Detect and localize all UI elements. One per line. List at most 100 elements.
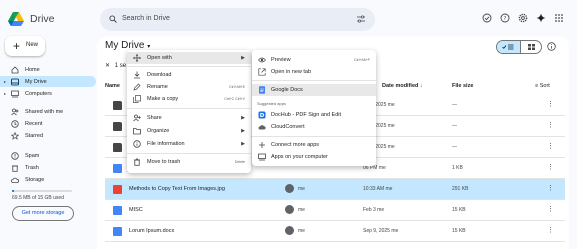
sidebar-item-spam[interactable]: Spam: [0, 150, 96, 161]
file-size: 15 KB: [452, 228, 466, 234]
file-size: 1 KB: [452, 165, 463, 171]
menu-item-label: Open with: [147, 55, 172, 61]
submenu-item-label: Open in new tab: [271, 69, 312, 75]
sidebar-item-my-drive[interactable]: ▸ My Drive: [0, 76, 96, 87]
menu-item-organize[interactable]: Organize ▶: [127, 125, 251, 137]
sidebar-item-label: My Drive: [25, 78, 47, 85]
sort-button[interactable]: ≡ Sort: [535, 83, 550, 89]
file-size: —: [452, 102, 457, 108]
file-name: Methods to Copy Text From Images.jpg: [129, 186, 225, 192]
avatar: [285, 205, 294, 214]
menu-item-shortcut: Ctrl+Alt+E: [229, 85, 245, 89]
search-options-icon[interactable]: [357, 15, 365, 23]
info-icon: [133, 140, 141, 148]
more-actions-icon[interactable]: ⋮: [547, 205, 554, 213]
menu-item-share[interactable]: Share ▶: [127, 112, 251, 124]
menu-item-move-to-trash[interactable]: Move to trash Delete: [127, 156, 251, 168]
clock-icon: [11, 120, 19, 128]
new-button-label: New: [26, 42, 39, 48]
table-row[interactable]: MISC me Feb 3 me 15 KB ⋮: [105, 200, 565, 221]
offline-status-icon[interactable]: [482, 13, 492, 23]
search-bar[interactable]: Search in Drive: [100, 8, 375, 31]
grid-icon: [528, 44, 535, 50]
suggested-apps-heading: Suggested apps: [257, 101, 286, 106]
sort-arrow-icon[interactable]: ↓: [420, 83, 423, 89]
submenu-item-label: CloudConvert: [271, 124, 305, 130]
sidebar-item-label: Trash: [25, 164, 39, 171]
sidebar-item-computers[interactable]: ▸ Computers: [0, 88, 96, 99]
storage-bar: [12, 190, 72, 192]
people-icon: [11, 108, 19, 116]
submenu-item-cloudconvert[interactable]: CloudConvert: [252, 121, 376, 133]
file-owner: me: [298, 186, 305, 192]
menu-item-open-with[interactable]: Open with ▶: [127, 52, 251, 64]
home-icon: [11, 66, 19, 74]
dochub-icon: D: [258, 111, 266, 119]
file-modified: 10:33 AM me: [363, 186, 393, 192]
file-size: 291 KB: [452, 186, 469, 192]
apps-grid-icon[interactable]: [554, 13, 564, 23]
image-file-icon: [113, 185, 122, 194]
submenu-item-label: Google Docs: [271, 87, 303, 93]
more-actions-icon[interactable]: ⋮: [547, 142, 554, 150]
search-input[interactable]: Search in Drive: [122, 15, 170, 22]
settings-gear-icon[interactable]: [518, 13, 528, 23]
computer-icon: [11, 90, 19, 98]
menu-item-rename[interactable]: Rename Ctrl+Alt+E: [127, 81, 251, 93]
submenu-item-dochub[interactable]: D DocHub - PDF Sign and Edit: [252, 109, 376, 121]
table-row[interactable]: Methods to Copy Text From Images.jpg me 10…: [105, 179, 565, 200]
cloud-icon: [11, 177, 19, 183]
sidebar-item-trash[interactable]: Trash: [0, 162, 96, 173]
selection-bar: ✕ 1 se: [105, 62, 126, 69]
grid-view-button[interactable]: [520, 41, 541, 53]
submenu-arrow-icon: ▶: [241, 114, 245, 121]
column-header-size[interactable]: File size: [452, 83, 473, 89]
submenu-item-open-new-tab[interactable]: Open in new tab: [252, 66, 376, 78]
sidebar-item-recent[interactable]: Recent: [0, 118, 96, 129]
expand-caret-icon[interactable]: ▸: [4, 91, 6, 96]
doc-file-icon: [113, 164, 122, 173]
table-row[interactable]: Lorum Ipsum.docx me Sep 9, 2025 me 15 KB ⋮: [105, 221, 565, 242]
new-button[interactable]: + New: [5, 36, 45, 56]
view-toggle[interactable]: [496, 40, 542, 54]
menu-item-make-copy[interactable]: Make a copy Ctrl+C Ctrl+V: [127, 93, 251, 105]
sidebar-item-storage[interactable]: Storage: [0, 174, 96, 185]
list-view-button[interactable]: [497, 41, 520, 53]
sidebar-item-starred[interactable]: Starred: [0, 130, 96, 141]
submenu-item-preview[interactable]: Preview Ctrl+Alt+P: [252, 54, 376, 66]
more-actions-icon[interactable]: ⋮: [547, 100, 554, 108]
menu-item-label: Move to trash: [147, 159, 181, 165]
menu-item-download[interactable]: Download: [127, 69, 251, 81]
column-header-modified[interactable]: Date modified ↓: [382, 83, 423, 89]
sidebar-item-shared[interactable]: Shared with me: [0, 106, 96, 117]
more-actions-icon[interactable]: ⋮: [547, 163, 554, 171]
more-actions-icon[interactable]: ⋮: [547, 226, 554, 234]
check-list-icon: [502, 44, 514, 50]
sidebar-item-home[interactable]: Home: [0, 64, 96, 75]
submenu-item-connect-more-apps[interactable]: Connect more apps: [252, 139, 376, 151]
expand-caret-icon[interactable]: ▸: [4, 79, 6, 84]
sidebar-item-label: Shared with me: [25, 108, 64, 115]
column-header-name[interactable]: Name: [105, 83, 120, 89]
search-icon[interactable]: [109, 15, 117, 23]
submenu-item-google-docs[interactable]: Google Docs: [252, 84, 376, 96]
folder-file-icon: [113, 143, 122, 152]
submenu-item-label: Preview: [271, 57, 291, 63]
clear-selection-icon[interactable]: ✕: [105, 63, 110, 69]
svg-text:D: D: [260, 113, 265, 119]
menu-divider: [127, 153, 251, 154]
move-icon: [133, 54, 141, 62]
details-info-icon[interactable]: [547, 42, 556, 51]
submenu-item-apps-on-computer[interactable]: Apps on your computer: [252, 151, 376, 163]
submenu-item-label: DocHub - PDF Sign and Edit: [271, 112, 342, 118]
file-size: —: [452, 144, 457, 150]
menu-item-file-information[interactable]: File information ▶: [127, 138, 251, 150]
share-icon: [133, 114, 141, 122]
help-icon[interactable]: ?: [500, 13, 510, 23]
get-more-storage-button[interactable]: Get more storage: [12, 206, 74, 221]
folder-icon: [133, 128, 141, 135]
gemini-sparkle-icon[interactable]: [536, 13, 546, 23]
more-actions-icon[interactable]: ⋮: [547, 121, 554, 129]
file-modified: Sep 9, 2025 me: [363, 228, 399, 234]
more-actions-icon[interactable]: ⋮: [547, 184, 554, 192]
